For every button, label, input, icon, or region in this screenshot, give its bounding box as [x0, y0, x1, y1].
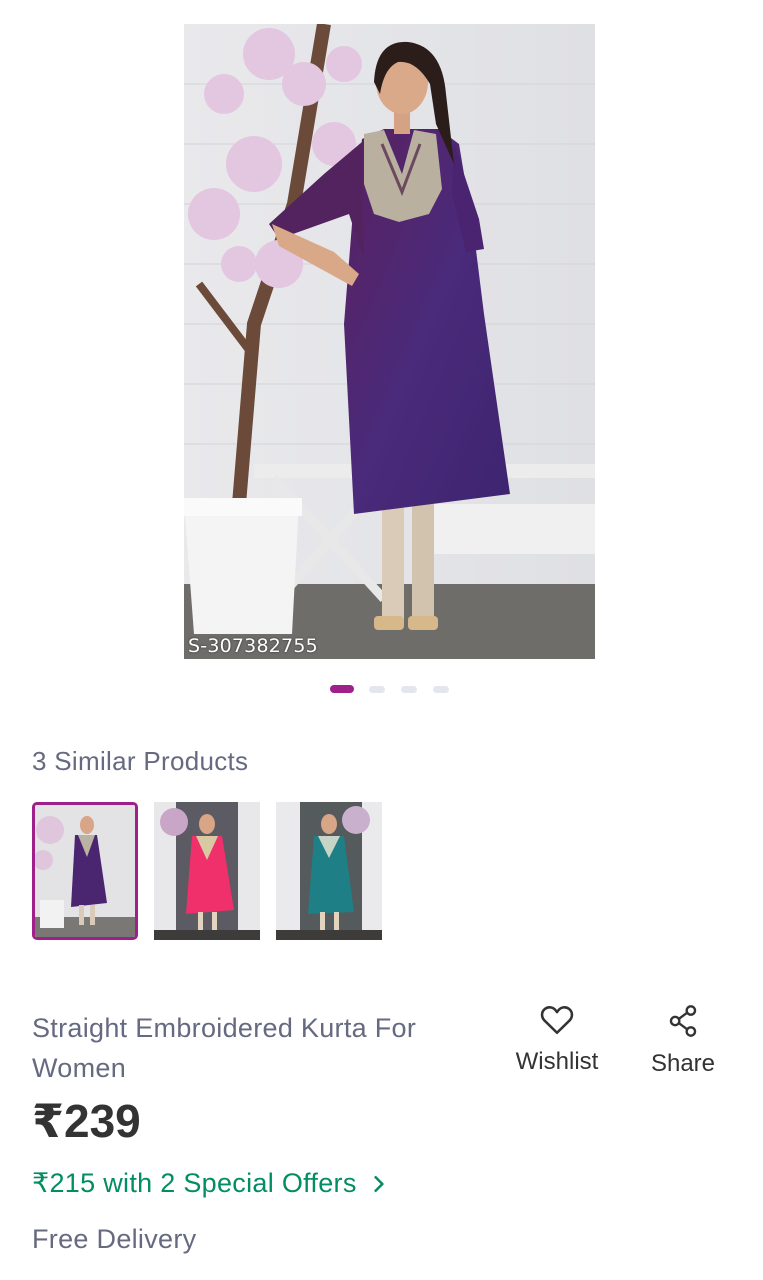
similar-products-title: 3 Similar Products: [32, 746, 249, 776]
wishlist-label: Wishlist: [515, 1048, 599, 1075]
carousel-dot-active[interactable]: [330, 685, 354, 693]
similar-product-thumb-pink[interactable]: [154, 802, 260, 940]
carousel-dot[interactable]: [401, 686, 417, 693]
carousel-indicator: [0, 685, 763, 695]
share-icon: [669, 1005, 697, 1037]
similar-product-thumb-purple[interactable]: [32, 802, 138, 940]
wishlist-button[interactable]: Wishlist: [508, 1004, 606, 1076]
carousel-dot[interactable]: [433, 686, 449, 693]
share-label: Share: [650, 1050, 716, 1077]
sku-watermark: S-307382755: [188, 635, 318, 657]
similar-products-list: [32, 802, 392, 942]
product-title: Straight Embroidered Kurta For Women: [32, 1013, 417, 1083]
product-image[interactable]: S-307382755: [184, 24, 595, 659]
similar-product-thumb-teal[interactable]: [276, 802, 382, 940]
heart-icon: [540, 1006, 574, 1035]
product-photo: [184, 24, 595, 659]
thumb-photo: [35, 805, 135, 937]
chevron-right-icon: [374, 1176, 385, 1192]
special-offers-link[interactable]: ₹215 with 2 Special Offers: [32, 1168, 386, 1199]
delivery-info: Free Delivery: [32, 1224, 197, 1254]
share-button[interactable]: Share: [648, 1004, 718, 1078]
special-offers-text: ₹215 with 2 Special Offers: [32, 1168, 357, 1198]
product-price: ₹239: [32, 1095, 141, 1147]
thumb-photo: [276, 802, 382, 940]
thumb-photo: [154, 802, 260, 940]
carousel-dot[interactable]: [369, 686, 385, 693]
